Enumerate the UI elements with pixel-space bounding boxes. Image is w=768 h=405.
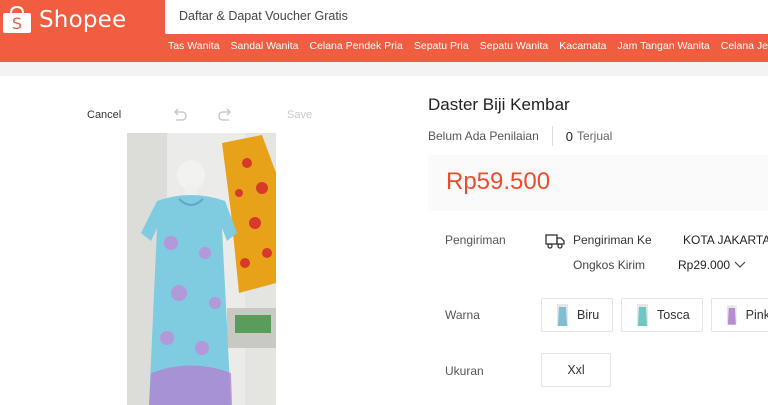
category-link[interactable]: Sepatu Pria <box>414 40 469 52</box>
site-header: S Shopee Daftar & Dapat Voucher Gratis T… <box>0 0 768 62</box>
variant-color-label: Pink <box>745 308 768 322</box>
variant-color-label: Tosca <box>657 308 690 322</box>
product-title: Daster Biji Kembar <box>428 95 570 114</box>
variant-color-label: Biru <box>577 308 600 322</box>
category-link[interactable]: Jam Tangan Wanita <box>618 40 710 52</box>
rating-sold-row: Belum Ada Penilaian 0 Terjual <box>428 126 612 146</box>
truck-icon <box>545 234 565 249</box>
variant-color-option[interactable]: Biru <box>541 298 613 332</box>
category-link[interactable]: Kacamata <box>559 40 606 52</box>
shopping-bag-icon: S <box>3 6 31 33</box>
redo-icon[interactable] <box>217 108 233 122</box>
svg-text:S: S <box>12 14 22 33</box>
color-label: Warna <box>445 308 480 322</box>
search-placeholder: Daftar & Dapat Voucher Gratis <box>179 9 348 23</box>
undo-icon[interactable] <box>172 108 188 122</box>
size-label: Ukuran <box>445 364 484 378</box>
header-divider <box>0 62 768 76</box>
logo-text: Shopee <box>39 7 127 33</box>
variant-color-option[interactable]: Tosca <box>621 298 703 332</box>
save-button[interactable]: Save <box>287 109 312 121</box>
sold-count: 0 <box>565 128 573 144</box>
variant-thumbnail <box>557 304 568 326</box>
variant-size-label: Xxl <box>567 363 585 377</box>
shipping-to-label: Pengiriman Ke <box>573 233 652 247</box>
shopee-logo[interactable]: S Shopee <box>0 0 126 40</box>
rating-text: Belum Ada Penilaian <box>428 129 539 143</box>
shipping-cost-value: Rp29.000 <box>678 258 731 272</box>
variant-size-option[interactable]: Xxl <box>541 353 611 387</box>
image-editor-toolbar: Cancel Save <box>86 108 326 124</box>
variant-thumbnail <box>727 305 737 325</box>
shipping-cost-dropdown[interactable]: Rp29.000 <box>678 258 746 272</box>
shipping-cost-label: Ongkos Kirim <box>573 258 646 272</box>
category-link[interactable]: Tas Wanita <box>168 40 220 52</box>
product-photo-illustration <box>127 133 276 405</box>
shipping-label: Pengiriman <box>445 233 506 247</box>
shipping-city[interactable]: KOTA JAKARTA <box>683 233 768 247</box>
product-price: Rp59.500 <box>446 168 551 195</box>
search-input[interactable]: Daftar & Dapat Voucher Gratis <box>165 0 768 34</box>
category-link[interactable]: Celana Pendek Pria <box>309 40 402 52</box>
price-section: Rp59.500 <box>428 155 768 211</box>
product-image[interactable] <box>127 133 276 405</box>
cancel-button[interactable]: Cancel <box>87 109 121 121</box>
category-links: Tas Wanita Sandal Wanita Celana Pendek P… <box>168 40 768 52</box>
variant-color-option[interactable]: Pink <box>711 298 768 332</box>
divider <box>551 126 553 146</box>
variant-thumbnail <box>637 304 648 326</box>
chevron-down-icon <box>734 261 746 268</box>
category-link[interactable]: Sepatu Wanita <box>480 40 549 52</box>
sold-label: Terjual <box>576 129 613 143</box>
category-link[interactable]: Celana Jeans <box>721 40 768 52</box>
category-link[interactable]: Sandal Wanita <box>231 40 299 52</box>
